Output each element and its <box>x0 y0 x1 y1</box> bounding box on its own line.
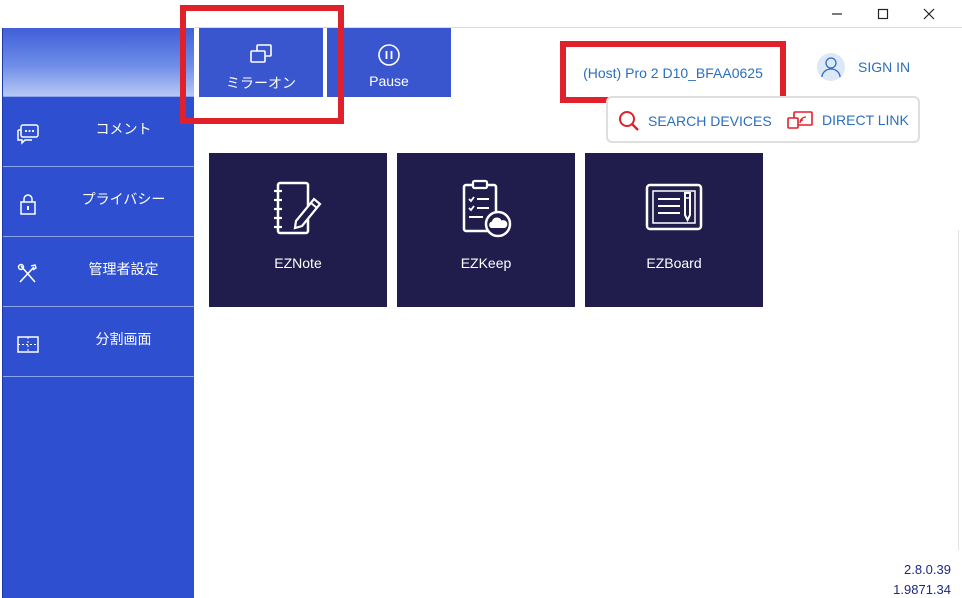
notebook-pen-icon <box>274 181 322 235</box>
comment-icon <box>17 124 39 145</box>
sidebar-item-privacy[interactable]: プライバシー <box>3 167 194 237</box>
sidebar: コメント プライバシー 管理者設定 分割画面 <box>2 28 194 598</box>
search-devices-label: SEARCH DEVICES <box>648 113 772 129</box>
maximize-button[interactable] <box>860 0 906 28</box>
app-tile-label: EZNote <box>274 255 322 271</box>
build-version: 1.9871.34 <box>893 582 951 597</box>
mirror-icon <box>250 44 272 63</box>
sign-in-button[interactable]: SIGN IN <box>816 52 910 82</box>
direct-link-button[interactable]: DIRECT LINK <box>786 110 909 130</box>
app-tile-eznote[interactable]: EZNote <box>209 153 387 307</box>
lock-icon <box>20 194 36 215</box>
sidebar-item-label: 管理者設定 <box>88 261 159 277</box>
pause-button[interactable]: Pause <box>327 28 451 97</box>
close-icon <box>923 8 935 20</box>
direct-link-label: DIRECT LINK <box>822 112 909 128</box>
split-screen-icon <box>17 336 39 353</box>
minimize-icon <box>832 13 842 15</box>
maximize-icon <box>877 8 889 20</box>
tools-icon <box>17 263 37 283</box>
whiteboard-pen-icon <box>645 183 703 231</box>
app-version: 2.8.0.39 <box>904 562 951 577</box>
mirror-on-label: ミラーオン <box>226 75 296 91</box>
direct-link-icon <box>787 111 813 129</box>
sidebar-item-label: 分割画面 <box>95 331 152 347</box>
app-tile-ezkeep[interactable]: EZKeep <box>397 153 575 307</box>
app-tile-label: EZKeep <box>460 255 512 271</box>
window-controls <box>814 0 952 28</box>
sidebar-item-label: プライバシー <box>81 191 166 207</box>
sidebar-item-label: コメント <box>95 121 152 137</box>
connected-device-name[interactable]: (Host) Pro 2 D10_BFAA0625 <box>566 65 780 81</box>
pause-label: Pause <box>369 73 409 89</box>
sign-in-label: SIGN IN <box>858 59 911 75</box>
search-icon <box>619 111 639 131</box>
close-button[interactable] <box>906 0 952 28</box>
sidebar-item-split-screen[interactable]: 分割画面 <box>3 307 194 377</box>
app-tile-ezboard[interactable]: EZBoard <box>585 153 763 307</box>
mirror-on-button[interactable]: ミラーオン <box>199 28 323 97</box>
sidebar-header <box>3 28 194 97</box>
minimize-button[interactable] <box>814 0 860 28</box>
pause-icon <box>378 44 400 66</box>
right-edge-divider <box>958 230 962 550</box>
connection-panel: SEARCH DEVICES DIRECT LINK <box>606 96 920 143</box>
search-devices-button[interactable]: SEARCH DEVICES <box>618 110 772 132</box>
sidebar-item-admin-settings[interactable]: 管理者設定 <box>3 237 194 307</box>
clipboard-cloud-icon <box>462 179 512 238</box>
sidebar-item-comment[interactable]: コメント <box>3 97 194 167</box>
app-tile-label: EZBoard <box>646 255 702 271</box>
user-avatar-icon <box>817 53 845 81</box>
